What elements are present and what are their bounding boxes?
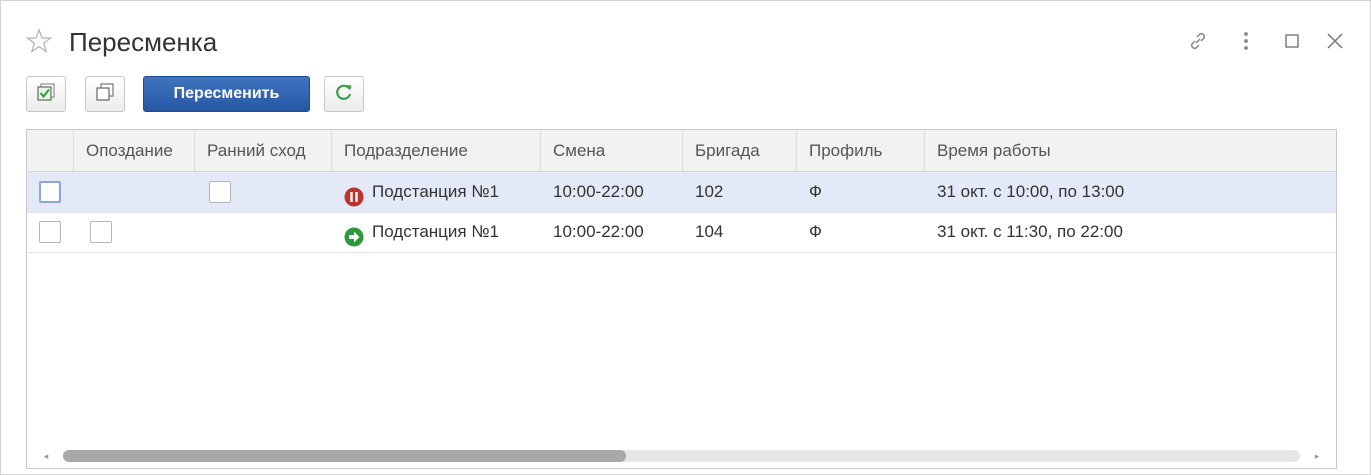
column-header-brigade[interactable]: Бригада [683,130,797,171]
work-time-cell: 31 окт. с 10:00, по 13:00 [937,182,1125,201]
select-all-button[interactable] [26,76,66,112]
scroll-left-arrow-icon[interactable]: ◂ [41,450,51,462]
scroll-right-arrow-icon[interactable]: ▸ [1312,450,1322,462]
pereshift-window: Пересменка Пересменить Опоздание Ранний … [0,0,1371,475]
close-icon[interactable] [1323,29,1347,53]
early-leave-checkbox[interactable] [209,181,231,203]
arrow-right-green-icon [344,222,364,247]
refresh-icon [334,82,354,107]
reshift-button[interactable]: Пересменить [143,76,310,112]
title-bar: Пересменка [1,1,1370,71]
column-header-late[interactable]: Опоздание [74,130,195,171]
copy-icon [95,82,115,107]
star-icon[interactable] [25,28,53,54]
work-time-cell: 31 окт. с 11:30, по 22:00 [937,222,1123,241]
late-checkbox[interactable] [90,221,112,243]
pause-red-icon [344,182,364,207]
brigade-cell: 102 [695,182,724,201]
table-row[interactable]: Подстанция №1 10:00-22:00 104 Ф 31 окт. … [27,212,1336,253]
table-row[interactable]: Подстанция №1 10:00-22:00 102 Ф 31 окт. … [27,172,1336,213]
unit-name: Подстанция №1 [372,222,500,241]
refresh-button[interactable] [324,76,364,112]
column-header-early-leave[interactable]: Ранний сход [195,130,332,171]
column-header-unit[interactable]: Подразделение [332,130,541,171]
reshift-button-label: Пересменить [173,85,280,102]
shift-cell: 10:00-22:00 [553,222,644,241]
profile-cell: Ф [809,182,822,201]
unit-name: Подстанция №1 [372,182,500,201]
scroll-thumb[interactable] [63,450,626,462]
maximize-icon[interactable] [1280,29,1304,53]
unit-cell: Подстанция №1 [332,172,541,212]
profile-cell: Ф [809,222,822,241]
page-title: Пересменка [69,27,218,57]
column-header-profile[interactable]: Профиль [797,130,925,171]
horizontal-scrollbar[interactable]: ◂ ▸ [27,444,1336,468]
link-icon[interactable] [1186,29,1210,53]
column-header-shift[interactable]: Смена [541,130,683,171]
table-header: Опоздание Ранний сход Подразделение Смен… [27,130,1336,172]
more-vertical-icon[interactable] [1234,29,1258,53]
row-select-checkbox[interactable] [39,181,61,203]
row-select-checkbox[interactable] [39,221,61,243]
shift-cell: 10:00-22:00 [553,182,644,201]
scroll-track[interactable] [63,450,1300,462]
column-header-work-time[interactable]: Время работы [925,130,1336,171]
shift-table: Опоздание Ранний сход Подразделение Смен… [26,129,1337,469]
unit-cell: Подстанция №1 [332,212,541,252]
column-header-select[interactable] [27,130,74,171]
check-all-icon [36,82,56,107]
brigade-cell: 104 [695,222,724,241]
copy-button[interactable] [85,76,125,112]
